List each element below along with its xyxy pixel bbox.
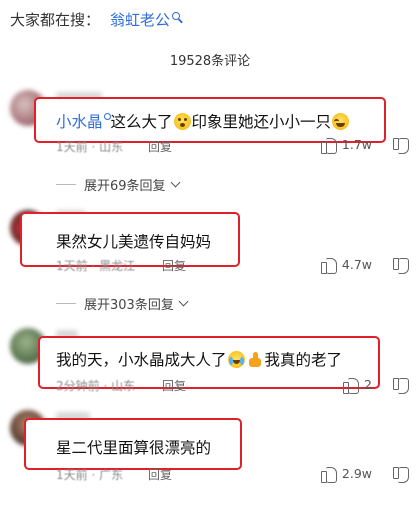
like-button[interactable]: 4.7w xyxy=(320,257,372,274)
thumbs-up-emoji-icon xyxy=(247,351,264,368)
thumbs-up-icon xyxy=(320,137,338,154)
like-button[interactable]: 2 xyxy=(343,377,372,394)
thumbs-down-icon[interactable] xyxy=(393,467,410,483)
reply-button[interactable]: 回复 xyxy=(148,466,172,483)
comment-meta: 1天前 · 山东 xyxy=(56,140,124,154)
reply-button[interactable]: 回复 xyxy=(162,257,186,274)
comment-text: 小水晶 这么大了 印象里她还小小一只 xyxy=(56,110,350,132)
reply-button[interactable]: 回复 xyxy=(148,138,172,155)
comment-meta: 1天前 · 广东 xyxy=(56,468,124,482)
thumbs-up-icon xyxy=(320,257,338,274)
comment-text: 我的天，小水晶成大人了 我真的老了 xyxy=(56,351,343,369)
search-suggestion-bar: 大家都在搜： 翁虹老公 xyxy=(0,0,420,36)
search-icon xyxy=(172,12,181,20)
reply-button[interactable]: 回复 xyxy=(162,377,186,394)
tears-of-joy-emoji-icon xyxy=(227,351,245,368)
thumbs-down-icon[interactable] xyxy=(393,258,410,274)
search-prefix-label: 大家都在搜： xyxy=(10,11,101,29)
like-count: 2.9w xyxy=(341,466,372,481)
comment-text: 星二代里面算很漂亮的 xyxy=(56,439,212,457)
divider xyxy=(56,184,76,185)
like-count: 2 xyxy=(364,377,372,392)
comment-text: 果然女儿美遗传自妈妈 xyxy=(56,233,212,251)
thumbs-down-icon[interactable] xyxy=(393,138,410,154)
divider xyxy=(56,303,76,304)
mention-link[interactable]: 小水晶 xyxy=(56,113,103,131)
search-term-text: 翁虹老公 xyxy=(110,11,171,29)
comment-meta: 1天前 · 黑龙江 xyxy=(56,259,136,273)
chevron-down-icon xyxy=(170,177,180,187)
comment-meta: 2分钟前 · 山东 xyxy=(56,379,136,393)
search-term-link[interactable]: 翁虹老公 xyxy=(110,9,181,30)
thumbs-up-icon xyxy=(343,377,360,394)
expand-replies-button[interactable]: 展开303条回复 xyxy=(56,294,189,313)
thumbs-down-icon[interactable] xyxy=(393,378,410,394)
surprised-emoji-icon xyxy=(173,113,191,130)
search-icon xyxy=(103,113,111,120)
comment-count: 19528条评论 xyxy=(169,54,251,69)
expand-replies-button[interactable]: 展开69条回复 xyxy=(56,175,180,194)
like-button[interactable]: 2.9w xyxy=(320,466,372,483)
crying-emoji-icon xyxy=(332,113,350,130)
chevron-down-icon xyxy=(178,296,189,306)
like-button[interactable]: 1.7w xyxy=(320,137,372,154)
like-count: 1.7w xyxy=(341,137,372,152)
like-count: 4.7w xyxy=(341,257,372,272)
thumbs-up-icon xyxy=(320,466,338,483)
